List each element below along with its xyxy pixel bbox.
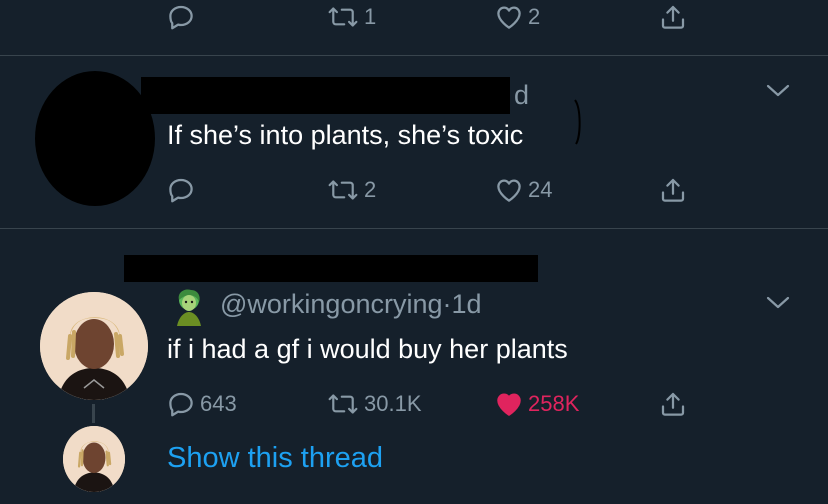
like-button[interactable]: 2 [494,2,540,32]
share-icon [658,175,688,205]
user-handle[interactable]: @workingoncrying [220,289,443,319]
avatar[interactable] [40,292,148,400]
tweet-handle-line: @workingoncrying·1d [220,289,482,320]
like-button[interactable]: 24 [494,175,552,205]
share-button[interactable] [658,2,688,32]
redacted-context-bar [124,255,538,282]
retweet-icon [326,175,360,205]
share-button[interactable] [658,389,688,419]
chevron-down-icon[interactable] [765,82,791,105]
reply-button[interactable]: 643 [166,389,237,419]
tweet-text: if i had a gf i would buy her plants [167,334,568,364]
thread-avatar[interactable] [63,426,125,492]
heart-icon [494,175,524,205]
retweet-count: 1 [364,4,377,29]
heart-icon [494,2,524,32]
like-count: 24 [528,177,553,202]
reply-button[interactable] [166,175,200,205]
scribble-mark [574,98,582,146]
like-button[interactable]: 258K [494,389,579,419]
woman-zombie-emoji-icon [169,286,209,326]
retweet-icon [326,2,360,32]
tweet-divider [0,55,828,56]
heart-filled-icon [494,389,524,419]
share-icon [658,2,688,32]
reply-icon [166,389,196,419]
retweet-button[interactable]: 1 [326,2,376,32]
reply-count: 643 [200,391,237,416]
like-count: 2 [528,4,541,29]
tweet-text: If she’s into plants, she’s toxic [167,120,524,150]
tweet-divider [0,228,828,229]
reply-icon [166,175,196,205]
like-count: 258K [528,391,580,416]
tweet-timestamp: d [514,80,530,110]
avatar-redacted[interactable] [35,71,155,206]
redacted-name-bar [141,77,510,114]
retweet-icon [326,389,360,419]
retweet-button[interactable]: 2 [326,175,376,205]
share-icon [658,389,688,419]
share-button[interactable] [658,175,688,205]
tweet-timestamp[interactable]: 1d [452,289,482,319]
retweet-count: 2 [364,177,377,202]
retweet-count: 30.1K [364,391,422,416]
retweet-button[interactable]: 30.1K [326,389,422,419]
reply-button[interactable] [166,2,200,32]
thread-connector-line [92,404,95,423]
separator-dot: · [442,289,452,319]
reply-icon [166,2,196,32]
show-thread-link[interactable]: Show this thread [167,442,383,475]
chevron-down-icon[interactable] [765,294,791,317]
